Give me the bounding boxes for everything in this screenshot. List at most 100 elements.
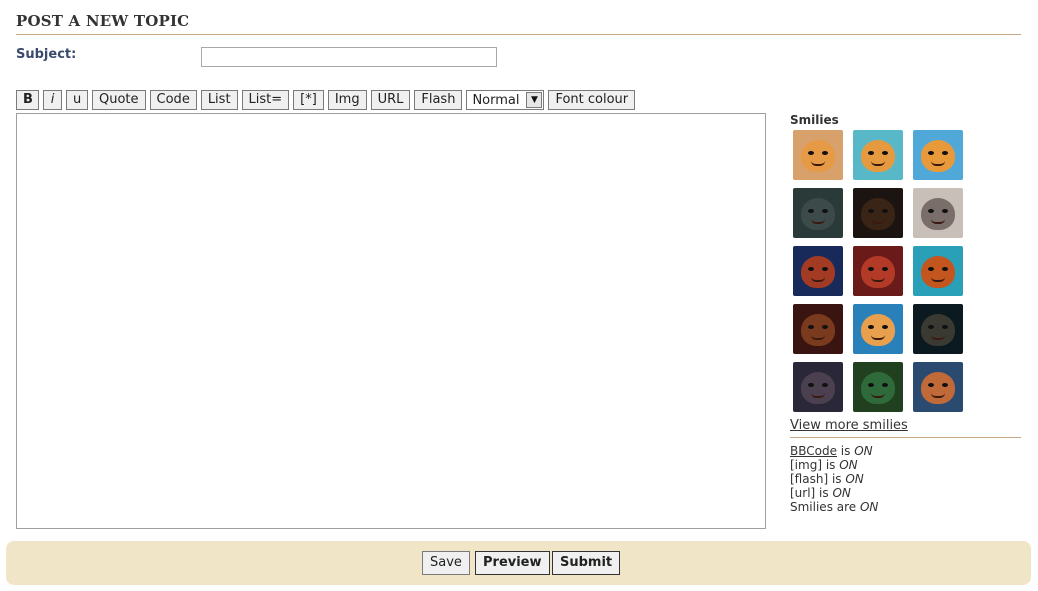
underline-button[interactable]: u — [66, 90, 88, 110]
smiley-mouth — [931, 219, 945, 224]
smiley-eye — [822, 325, 828, 329]
smiley-eye — [928, 325, 934, 329]
lion-sad-icon[interactable] — [913, 362, 963, 412]
bold-button[interactable]: B — [16, 90, 39, 110]
smiley-face — [801, 372, 835, 404]
url-state: ON — [832, 486, 851, 500]
smiley-eye — [928, 209, 934, 213]
smiley-mouth — [811, 219, 825, 224]
smilies-grid — [793, 130, 1021, 412]
lion-cub-grin-icon[interactable] — [853, 130, 903, 180]
smiley-mouth — [931, 393, 945, 398]
quote-button[interactable]: Quote — [92, 90, 146, 110]
lion-scowl-icon[interactable] — [853, 188, 903, 238]
lion-cub-happy-icon[interactable] — [913, 130, 963, 180]
smiley-eye — [808, 209, 814, 213]
smilies-status-label: Smilies are — [790, 500, 860, 514]
smiley-eye — [868, 267, 874, 271]
smiley-eye — [882, 325, 888, 329]
smiley-face — [921, 140, 955, 172]
lioness-cub-icon[interactable] — [853, 304, 903, 354]
smiley-mouth — [871, 161, 885, 166]
message-editor[interactable] — [16, 113, 766, 529]
smiley-mouth — [871, 277, 885, 282]
list-item-button[interactable]: [*] — [293, 90, 324, 110]
bbcode-toolbar: B i u Quote Code List List= [*] Img URL … — [16, 90, 636, 110]
view-more-smilies-link[interactable]: View more smilies — [790, 418, 1021, 433]
smiley-eye — [822, 151, 828, 155]
smiley-eye — [942, 209, 948, 213]
smiley-face — [861, 198, 895, 230]
smiley-mouth — [811, 277, 825, 282]
smiley-face — [801, 314, 835, 346]
smiley-face — [861, 256, 895, 288]
smiley-face — [861, 140, 895, 172]
chevron-down-icon[interactable]: ▼ — [526, 92, 543, 108]
smiley-mouth — [871, 393, 885, 398]
preview-button[interactable]: Preview — [475, 551, 550, 575]
smiley-mouth — [931, 335, 945, 340]
lion-cheer-icon[interactable] — [913, 246, 963, 296]
smilies-title: Smilies — [790, 113, 839, 127]
img-button[interactable]: Img — [327, 90, 367, 110]
img-state: ON — [839, 458, 858, 472]
smiley-face — [801, 256, 835, 288]
font-size-value: Normal — [472, 92, 520, 108]
lion-cub-smile-icon[interactable] — [793, 130, 843, 180]
flash-status-line: [flash] is ON — [790, 472, 1021, 486]
smiley-eye — [942, 151, 948, 155]
smiley-eye — [868, 325, 874, 329]
smiley-eye — [942, 325, 948, 329]
smiley-eye — [822, 383, 828, 387]
lion-green-icon[interactable] — [853, 362, 903, 412]
smiley-mouth — [871, 219, 885, 224]
bbcode-status: BBCode is ON [img] is ON [flash] is ON [… — [790, 444, 1021, 514]
bbcode-state: ON — [854, 444, 873, 458]
smiley-mouth — [871, 335, 885, 340]
flash-status-label: [flash] is — [790, 472, 846, 486]
lion-angry-icon[interactable] — [793, 304, 843, 354]
smiley-eye — [868, 383, 874, 387]
img-status-line: [img] is ON — [790, 458, 1021, 472]
lion-wink-icon[interactable] — [793, 246, 843, 296]
code-button[interactable]: Code — [149, 90, 197, 110]
smilies-panel: Smilies View more smilies BBCode is ON [… — [790, 113, 1021, 514]
lion-laugh-icon[interactable] — [853, 246, 903, 296]
lion-shadow-icon[interactable] — [793, 362, 843, 412]
smiley-eye — [928, 383, 934, 387]
lion-dark-icon[interactable] — [913, 304, 963, 354]
smiley-eye — [882, 383, 888, 387]
smiley-face — [861, 372, 895, 404]
italic-button[interactable]: i — [43, 90, 62, 110]
smiley-face — [801, 198, 835, 230]
url-status-line: [url] is ON — [790, 486, 1021, 500]
lion-frown-icon[interactable] — [793, 188, 843, 238]
smiley-mouth — [931, 277, 945, 282]
bbcode-link[interactable]: BBCode — [790, 444, 837, 458]
smiley-eye — [928, 151, 934, 155]
save-button[interactable]: Save — [422, 551, 470, 575]
side-divider — [790, 437, 1021, 438]
url-button[interactable]: URL — [370, 90, 411, 110]
smiley-eye — [808, 267, 814, 271]
ordered-list-button[interactable]: List= — [241, 90, 290, 110]
smiley-face — [921, 256, 955, 288]
list-button[interactable]: List — [200, 90, 238, 110]
subject-label: Subject: — [16, 47, 77, 62]
subject-input[interactable] — [201, 47, 497, 67]
flash-state: ON — [845, 472, 864, 486]
font-size-select[interactable]: Normal ▼ — [466, 90, 545, 110]
smiley-eye — [942, 267, 948, 271]
smiley-mouth — [811, 161, 825, 166]
baboon-icon[interactable] — [913, 188, 963, 238]
smiley-eye — [882, 209, 888, 213]
img-status-label: [img] is — [790, 458, 840, 472]
title-divider — [16, 34, 1021, 35]
submit-button[interactable]: Submit — [552, 551, 621, 575]
font-colour-button[interactable]: Font colour — [548, 90, 636, 110]
url-status-label: [url] is — [790, 486, 833, 500]
smiley-face — [921, 198, 955, 230]
flash-button[interactable]: Flash — [414, 90, 463, 110]
smiley-eye — [808, 151, 814, 155]
smiley-mouth — [811, 335, 825, 340]
